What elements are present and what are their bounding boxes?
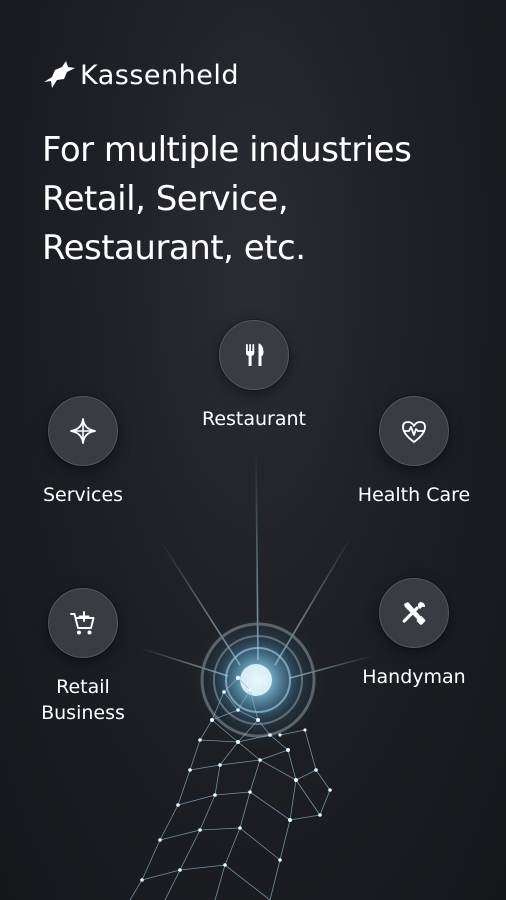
restaurant-icon-circle [219, 320, 289, 390]
handyman-icon-circle [379, 578, 449, 648]
headline: For multiple industries Retail, Service,… [42, 126, 412, 273]
app-screen: Kassenheld For multiple industries Retai… [0, 0, 506, 900]
industry-restaurant[interactable]: Restaurant [174, 320, 334, 432]
cart-plus-icon [70, 611, 95, 635]
health-care-icon-circle [379, 396, 449, 466]
restaurant-label: Restaurant [201, 408, 307, 430]
headline-line-1: For multiple industries [42, 130, 412, 170]
health-care-label: Health Care [357, 484, 471, 506]
headline-line-2: Retail, Service, [42, 179, 289, 219]
sparkle-icon [70, 418, 96, 444]
tools-icon [402, 602, 426, 625]
services-label: Services [42, 484, 124, 506]
retail-business-label: Retail Business [41, 676, 125, 724]
cutlery-icon [246, 343, 264, 366]
handyman-label: Handyman [362, 666, 466, 688]
headline-line-3: Restaurant, etc. [42, 228, 306, 268]
wireframe-hand-illustration [129, 675, 332, 900]
industry-handyman[interactable]: Handyman [334, 578, 494, 690]
brand: Kassenheld [42, 58, 239, 92]
services-icon-circle [48, 396, 118, 466]
industry-health-care[interactable]: Health Care [334, 396, 494, 508]
superhero-logo-icon [44, 61, 75, 88]
heart-pulse-icon [402, 421, 426, 443]
brand-name: Kassenheld [80, 59, 239, 91]
industry-services[interactable]: Services [3, 396, 163, 508]
retail-icon-circle [48, 588, 118, 658]
